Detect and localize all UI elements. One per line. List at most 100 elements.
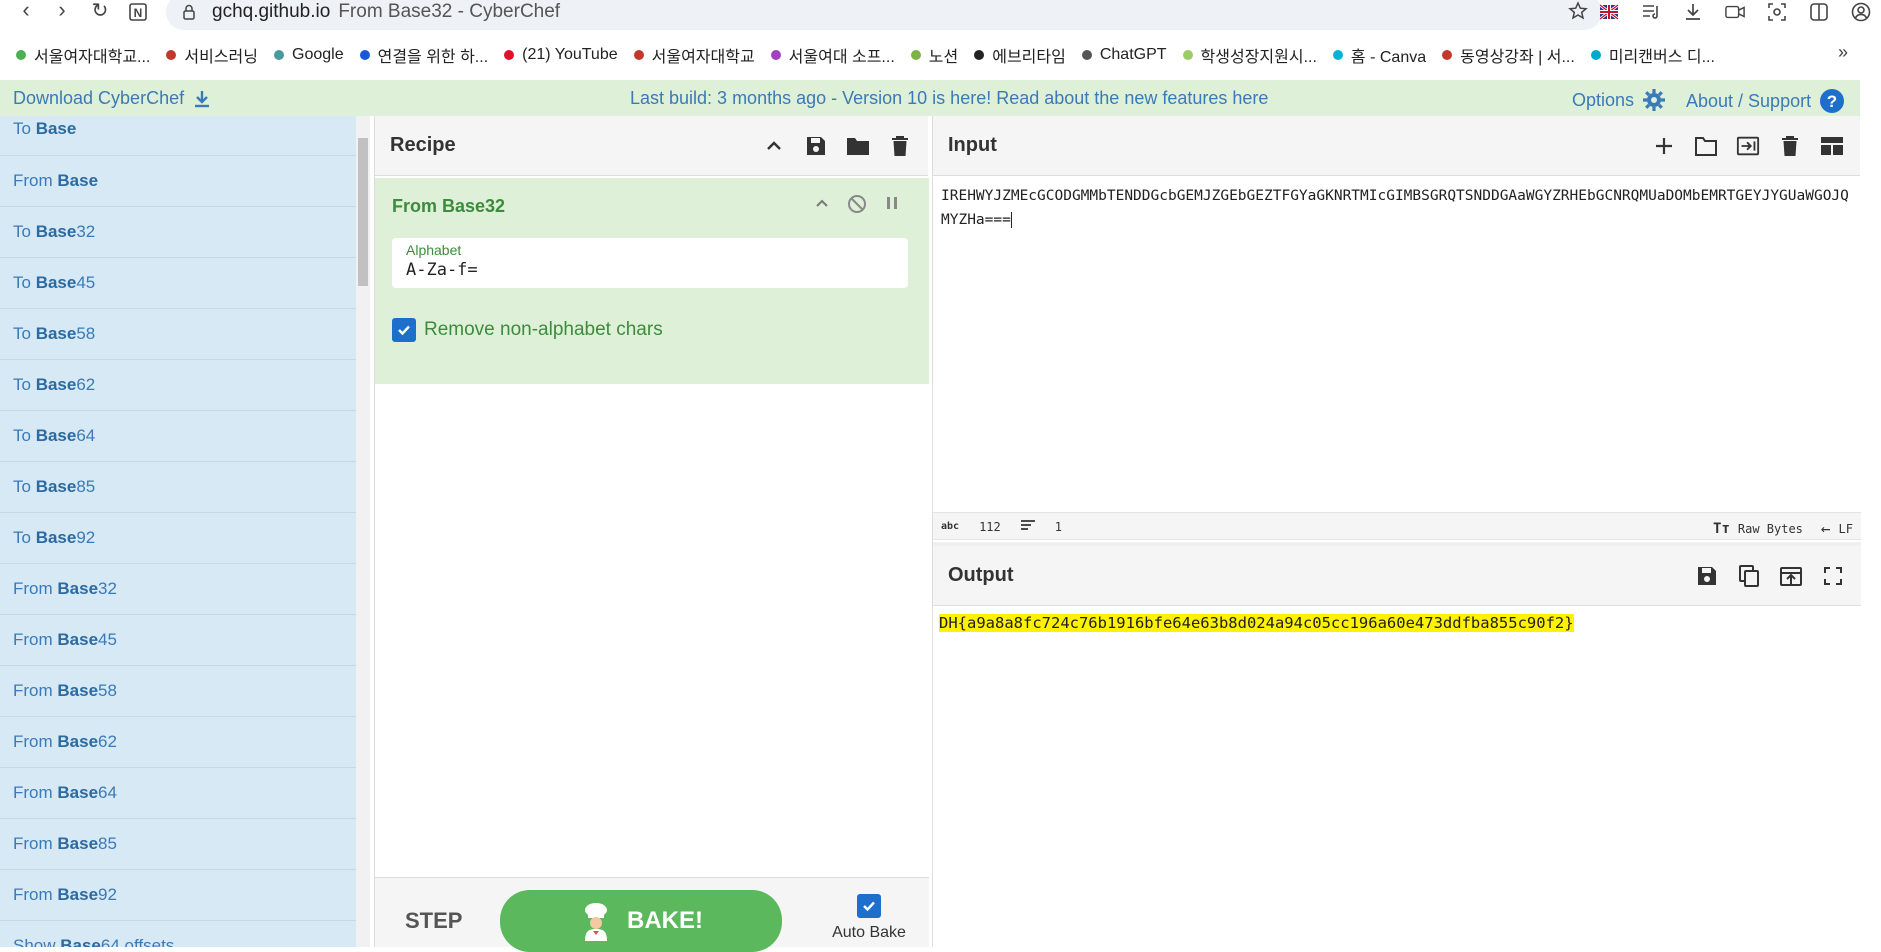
alphabet-label: Alphabet — [406, 242, 462, 258]
operation-item[interactable]: To Base 32 — [0, 207, 356, 258]
screenshot-icon[interactable] — [1767, 2, 1787, 22]
bookmark-label: 연결을 위한 하... — [377, 49, 489, 66]
replace-input-icon[interactable] — [1779, 564, 1803, 588]
recipe-operation-card[interactable]: From Base32 Alphabet Remove non-alphabet… — [375, 178, 929, 384]
step-button[interactable]: STEP — [405, 908, 462, 934]
bookmarks-overflow-icon[interactable]: » — [1838, 42, 1863, 63]
maximize-output-icon[interactable] — [1821, 564, 1845, 588]
bookmark-label: 서비스러닝 — [184, 49, 258, 66]
operation-item[interactable]: To Base 58 — [0, 309, 356, 360]
back-icon[interactable]: ‹ — [8, 0, 44, 22]
bookmark-item[interactable]: 홈 - Canva — [1332, 43, 1426, 67]
options-button[interactable]: Options — [1572, 88, 1666, 112]
bookmark-item[interactable]: 미리캔버스 디... — [1590, 43, 1715, 67]
bookmark-item[interactable]: 서울여자대학교... — [16, 43, 150, 67]
remove-non-alphabet-checkbox[interactable] — [392, 318, 416, 342]
reload-icon[interactable]: ↻ — [82, 0, 118, 22]
profile-icon[interactable] — [1851, 2, 1871, 22]
copy-output-icon[interactable] — [1737, 564, 1761, 588]
clear-recipe-icon[interactable] — [888, 134, 912, 158]
bookmark-item[interactable]: 연결을 위한 하... — [359, 43, 489, 67]
bake-button[interactable]: BAKE! — [500, 890, 782, 952]
auto-bake-checkbox[interactable] — [857, 894, 881, 918]
chevron-up-icon[interactable] — [762, 134, 786, 158]
alphabet-input[interactable] — [406, 260, 886, 280]
open-file-icon[interactable] — [1694, 134, 1718, 158]
operation-suffix: 58 — [76, 324, 96, 343]
build-message-link[interactable]: Last build: 3 months ago - Version 10 is… — [630, 88, 1268, 109]
uk-flag-extension-icon[interactable] — [1599, 2, 1619, 22]
operation-item[interactable]: From Base 64 — [0, 768, 356, 819]
forward-icon[interactable]: › — [44, 0, 80, 22]
operation-item[interactable]: To Base 85 — [0, 462, 356, 513]
site-info-icon[interactable] — [180, 3, 198, 21]
operation-match: Base — [35, 324, 77, 343]
open-folder-input-icon[interactable] — [1736, 134, 1760, 158]
operation-prefix: From — [13, 579, 58, 598]
operation-prefix: To — [13, 528, 36, 547]
options-label: Options — [1572, 89, 1635, 110]
operation-item[interactable]: To Base 64 — [0, 411, 356, 462]
clear-input-icon[interactable] — [1778, 134, 1802, 158]
eol-selector[interactable]: ← LF — [1821, 519, 1853, 538]
output-area[interactable]: DH{a9a8a8fc724c76b1916bfe64e63b8d024a94c… — [933, 608, 1861, 947]
operation-item[interactable]: To Base — [0, 116, 356, 156]
operation-item[interactable]: Show Base 64 offsets — [0, 921, 356, 947]
bookmark-item[interactable]: 동영상강좌 | 서... — [1442, 43, 1575, 67]
load-recipe-icon[interactable] — [846, 134, 870, 158]
bookmark-item[interactable]: ChatGPT — [1081, 46, 1167, 64]
bookmark-favicon-icon — [504, 50, 515, 60]
bookmark-item[interactable]: 서비스러닝 — [166, 43, 258, 67]
notion-icon[interactable]: N — [120, 0, 156, 24]
download-label: Download CyberChef — [13, 88, 185, 108]
operation-item[interactable]: To Base 92 — [0, 513, 356, 564]
auto-bake-option[interactable]: Auto Bake — [819, 894, 919, 942]
bookmark-item[interactable]: (21) YouTube — [504, 46, 618, 64]
input-textarea[interactable]: IREHWYJZMEcGCODGMMbTENDDGcbGEMJZGEbGEZTF… — [933, 178, 1861, 510]
operation-suffix: 92 — [76, 528, 96, 547]
save-recipe-icon[interactable] — [804, 134, 828, 158]
operation-item[interactable]: To Base 62 — [0, 360, 356, 411]
save-output-icon[interactable] — [1695, 564, 1719, 588]
io-panel: Input IREHWYJZMEcGCODGMMbTENDDGcbGEMJZGE… — [932, 116, 1861, 947]
bookmark-star-icon[interactable] — [1568, 1, 1588, 27]
bookmark-item[interactable]: 노션 — [910, 43, 958, 67]
video-icon[interactable] — [1725, 2, 1745, 22]
operation-item[interactable]: From Base 92 — [0, 870, 356, 921]
operation-item[interactable]: To Base 45 — [0, 258, 356, 309]
browser-side-strip — [1862, 80, 1881, 947]
scrollbar-thumb[interactable] — [358, 138, 368, 286]
address-bar[interactable]: gchq.github.io From Base32 - CyberChef — [166, 0, 1602, 30]
operation-item[interactable]: From Base — [0, 156, 356, 207]
pause-operation-icon[interactable] — [883, 194, 901, 219]
eol-label: LF — [1838, 521, 1853, 536]
encoding-selector[interactable]: Tт Raw Bytes — [1713, 521, 1803, 537]
operation-match: Base — [57, 834, 99, 853]
remove-non-alphabet-option[interactable]: Remove non-alphabet chars — [392, 318, 663, 342]
collapse-operation-icon[interactable] — [813, 194, 831, 219]
download-icon[interactable] — [1683, 2, 1703, 22]
operation-item[interactable]: From Base 85 — [0, 819, 356, 870]
reset-layout-icon[interactable] — [1820, 134, 1844, 158]
bookmark-item[interactable]: 서울여자대학교 — [633, 43, 755, 67]
operation-suffix: 62 — [98, 732, 117, 751]
bookmark-favicon-icon — [1590, 50, 1601, 60]
bookmark-item[interactable]: 서울여대 소프... — [770, 43, 895, 67]
operation-item[interactable]: From Base 45 — [0, 615, 356, 666]
media-control-icon[interactable] — [1641, 2, 1661, 22]
operation-item[interactable]: From Base 32 — [0, 564, 356, 615]
operations-scrollbar[interactable] — [356, 116, 370, 947]
operation-item[interactable]: From Base 58 — [0, 666, 356, 717]
side-panel-icon[interactable] — [1809, 2, 1829, 22]
bookmark-item[interactable]: Google — [274, 46, 344, 64]
add-tab-icon[interactable] — [1652, 134, 1676, 158]
operation-item[interactable]: From Base 62 — [0, 717, 356, 768]
alphabet-field[interactable]: Alphabet — [392, 238, 908, 288]
bookmark-label: 서울여대 소프... — [788, 49, 895, 66]
about-support-button[interactable]: About / Support ? — [1686, 88, 1845, 114]
bookmark-item[interactable]: 에브리타임 — [974, 43, 1066, 67]
download-cyberchef-link[interactable]: Download CyberChef — [13, 88, 212, 109]
bookmark-item[interactable]: 학생성장지원시... — [1182, 43, 1317, 67]
disable-operation-icon[interactable] — [847, 194, 867, 219]
line-count-icon — [1020, 519, 1035, 534]
